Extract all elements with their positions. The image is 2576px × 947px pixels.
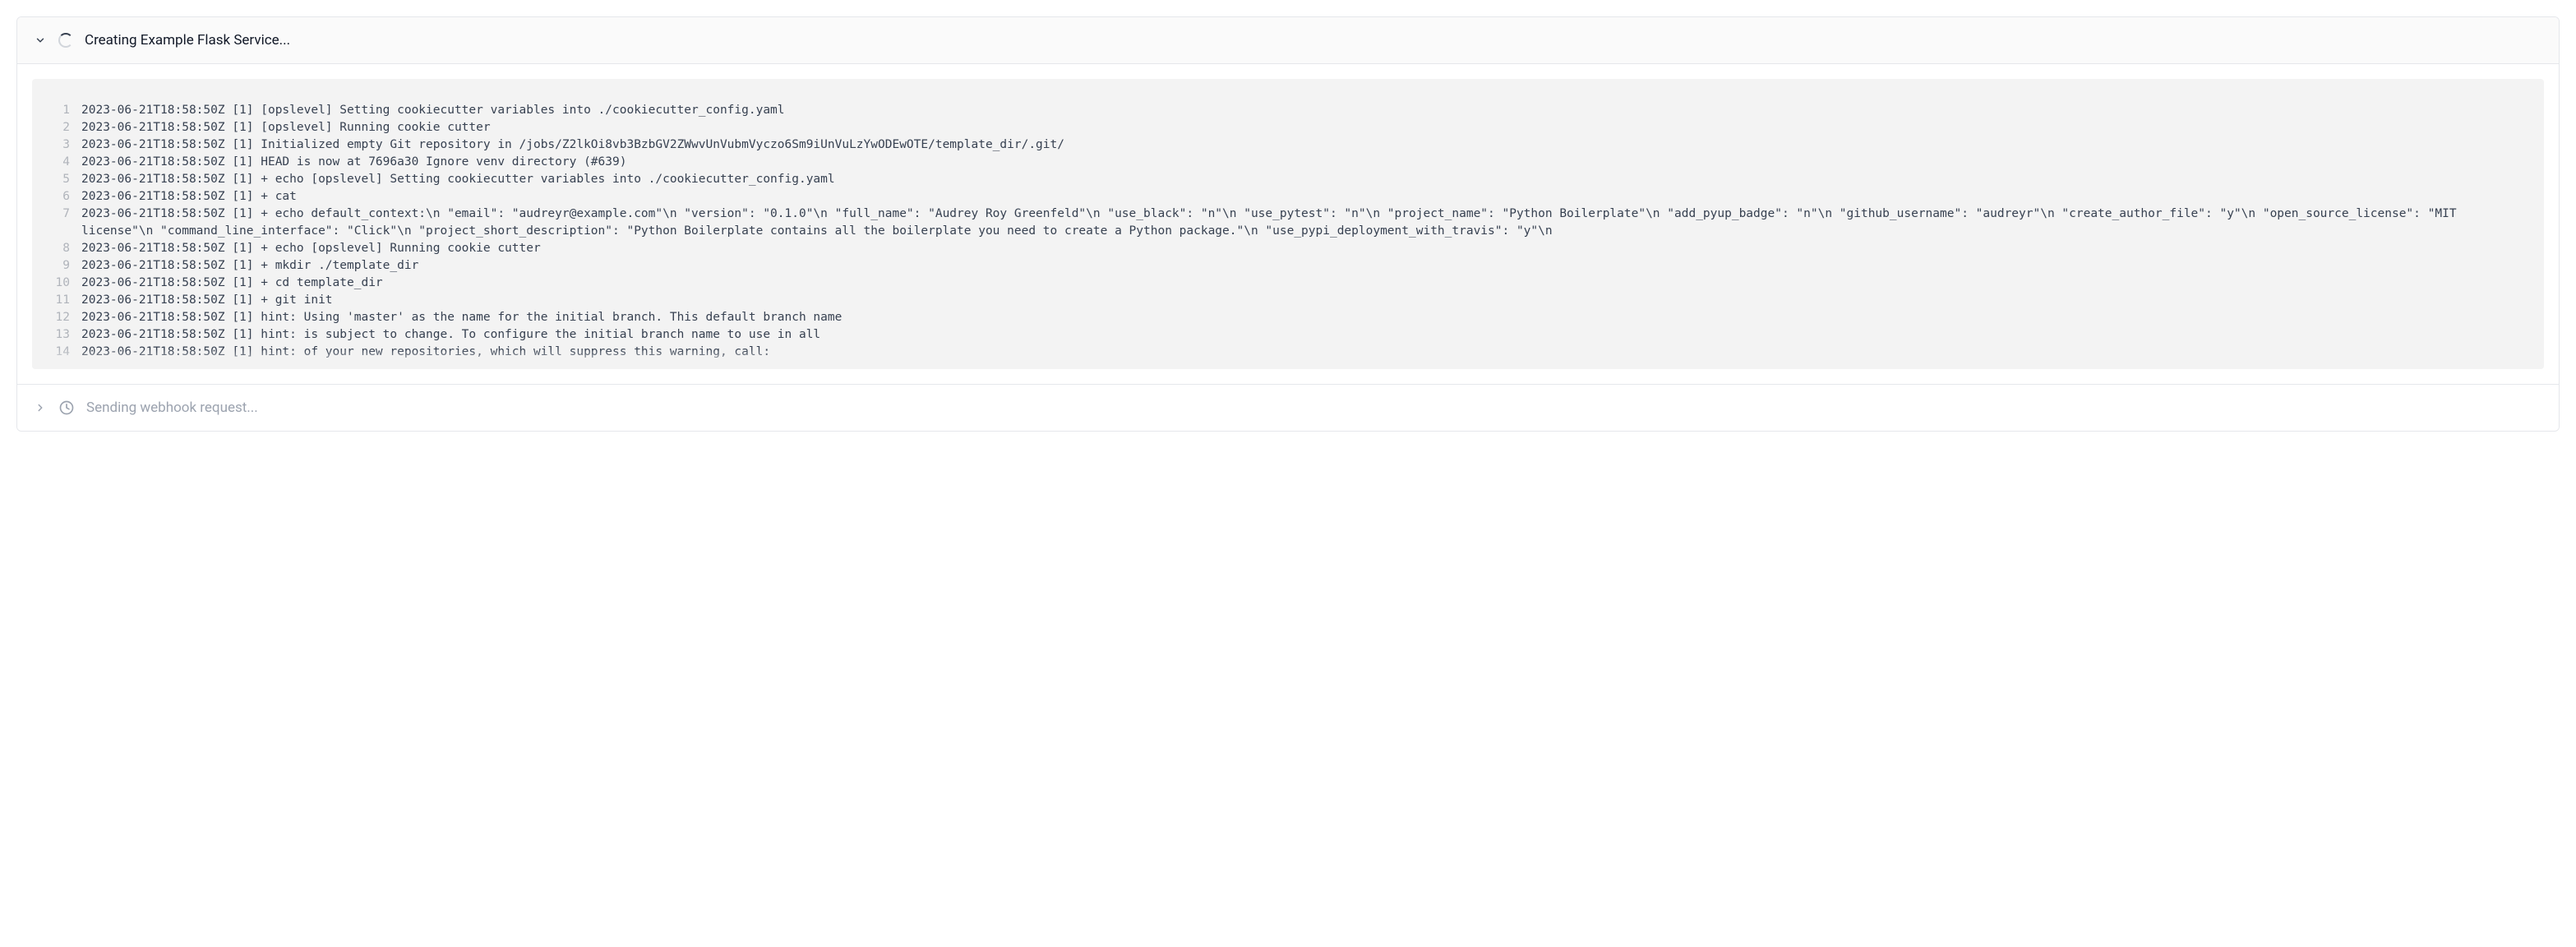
- line-number: 4: [52, 154, 81, 171]
- line-number: 6: [52, 188, 81, 206]
- line-text: 2023-06-21T18:58:50Z [1] Initialized emp…: [81, 136, 2524, 154]
- spinner-icon: [58, 33, 73, 48]
- line-text: 2023-06-21T18:58:50Z [1] hint: is subjec…: [81, 326, 2524, 344]
- line-text: 2023-06-21T18:58:50Z [1] [opslevel] Runn…: [81, 119, 2524, 136]
- log-line: 62023-06-21T18:58:50Z [1] + cat: [52, 188, 2524, 206]
- line-number: 7: [52, 206, 81, 223]
- log-line: 112023-06-21T18:58:50Z [1] + git init: [52, 292, 2524, 309]
- line-text: 2023-06-21T18:58:50Z [1] + cat: [81, 188, 2524, 206]
- line-number: 12: [52, 309, 81, 326]
- log-line: 132023-06-21T18:58:50Z [1] hint: is subj…: [52, 326, 2524, 344]
- chevron-right-icon[interactable]: [34, 401, 47, 414]
- log-line: 52023-06-21T18:58:50Z [1] + echo [opslev…: [52, 171, 2524, 188]
- line-text: 2023-06-21T18:58:50Z [1] + echo [opsleve…: [81, 240, 2524, 257]
- task-header[interactable]: Creating Example Flask Service...: [17, 17, 2559, 64]
- line-text: 2023-06-21T18:58:50Z [1] + cd template_d…: [81, 275, 2524, 292]
- line-number: 8: [52, 240, 81, 257]
- log-output[interactable]: 12023-06-21T18:58:50Z [1] [opslevel] Set…: [32, 79, 2544, 369]
- chevron-down-icon[interactable]: [34, 34, 47, 47]
- line-text: 2023-06-21T18:58:50Z [1] + echo default_…: [81, 206, 2524, 240]
- log-line: 142023-06-21T18:58:50Z [1] hint: of your…: [52, 344, 2524, 361]
- line-number: 10: [52, 275, 81, 292]
- line-text: 2023-06-21T18:58:50Z [1] HEAD is now at …: [81, 154, 2524, 171]
- log-line: 72023-06-21T18:58:50Z [1] + echo default…: [52, 206, 2524, 240]
- task-title: Creating Example Flask Service...: [85, 32, 290, 49]
- clock-icon: [58, 400, 75, 416]
- line-number: 1: [52, 102, 81, 119]
- line-text: 2023-06-21T18:58:50Z [1] + git init: [81, 292, 2524, 309]
- log-line: 102023-06-21T18:58:50Z [1] + cd template…: [52, 275, 2524, 292]
- log-line: 122023-06-21T18:58:50Z [1] hint: Using '…: [52, 309, 2524, 326]
- log-line: 32023-06-21T18:58:50Z [1] Initialized em…: [52, 136, 2524, 154]
- log-line: 82023-06-21T18:58:50Z [1] + echo [opslev…: [52, 240, 2524, 257]
- line-number: 11: [52, 292, 81, 309]
- line-text: 2023-06-21T18:58:50Z [1] hint: of your n…: [81, 344, 2524, 361]
- line-number: 5: [52, 171, 81, 188]
- log-line: 22023-06-21T18:58:50Z [1] [opslevel] Run…: [52, 119, 2524, 136]
- line-text: 2023-06-21T18:58:50Z [1] + echo [opsleve…: [81, 171, 2524, 188]
- log-line: 12023-06-21T18:58:50Z [1] [opslevel] Set…: [52, 102, 2524, 119]
- log-line: 42023-06-21T18:58:50Z [1] HEAD is now at…: [52, 154, 2524, 171]
- task-container: Creating Example Flask Service... 12023-…: [16, 16, 2560, 432]
- next-task-row[interactable]: Sending webhook request...: [17, 384, 2559, 431]
- line-number: 14: [52, 344, 81, 361]
- line-text: 2023-06-21T18:58:50Z [1] + mkdir ./templ…: [81, 257, 2524, 275]
- line-text: 2023-06-21T18:58:50Z [1] hint: Using 'ma…: [81, 309, 2524, 326]
- line-text: 2023-06-21T18:58:50Z [1] [opslevel] Sett…: [81, 102, 2524, 119]
- line-number: 3: [52, 136, 81, 154]
- line-number: 2: [52, 119, 81, 136]
- next-task-title: Sending webhook request...: [86, 400, 258, 416]
- line-number: 9: [52, 257, 81, 275]
- log-line: 92023-06-21T18:58:50Z [1] + mkdir ./temp…: [52, 257, 2524, 275]
- line-number: 13: [52, 326, 81, 344]
